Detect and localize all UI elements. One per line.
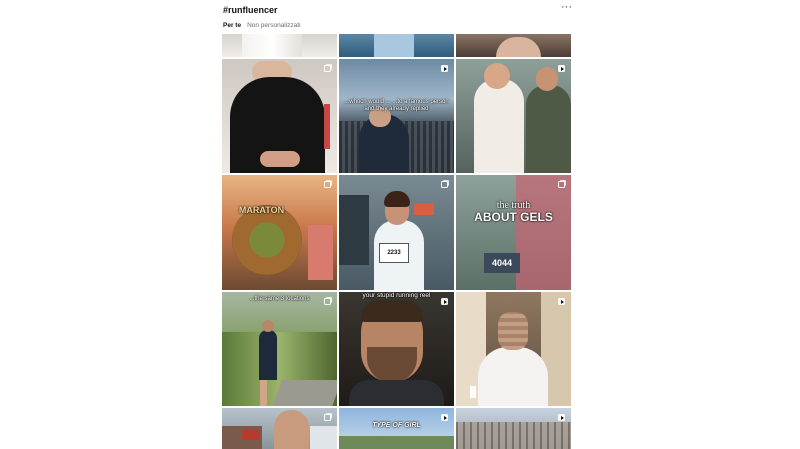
video-icon	[558, 65, 565, 72]
post-caption: ...whoch would ... ...to a famous person…	[344, 99, 449, 112]
post-tile[interactable]: the truth ABOUT GELS 4044	[456, 175, 571, 290]
video-icon	[558, 298, 565, 305]
video-icon	[558, 414, 565, 421]
race-bib: 2233	[379, 243, 409, 263]
video-icon	[441, 298, 448, 305]
race-bib: 4044	[484, 253, 520, 273]
tab-per-te[interactable]: Per te	[223, 22, 241, 29]
hashtag-title: #runfluencer	[223, 5, 278, 15]
post-tile[interactable]: 2233	[339, 175, 454, 290]
post-tile[interactable]: MARATON	[222, 175, 337, 290]
post-caption: MARATON	[238, 205, 285, 215]
post-caption: ABOUT GELS	[474, 210, 553, 224]
carousel-icon	[441, 181, 448, 188]
post-tile[interactable]	[456, 59, 571, 173]
feed-tabs: Per te Non personalizzati	[223, 22, 301, 29]
post-tile[interactable]	[222, 408, 337, 449]
carousel-icon	[324, 65, 331, 72]
post-caption: your stupid running reel	[362, 292, 431, 299]
post-tile[interactable]	[222, 59, 337, 173]
carousel-icon	[558, 181, 565, 188]
post-caption: TYPE OF GIRL	[372, 422, 421, 429]
tab-non-personalizzati[interactable]: Non personalizzati	[247, 22, 300, 29]
carousel-icon	[324, 298, 331, 305]
carousel-icon	[324, 181, 331, 188]
post-tile[interactable]	[456, 292, 571, 406]
post-tile[interactable]: your stupid running reel	[339, 292, 454, 406]
post-caption: ...the same 3 locations	[249, 296, 310, 302]
post-tile[interactable]	[456, 408, 571, 449]
post-grid: ...whoch would ... ...to a famous person…	[222, 34, 571, 449]
post-tile[interactable]: ...whoch would ... ...to a famous person…	[339, 59, 454, 173]
post-tile[interactable]: ...the same 3 locations	[222, 292, 337, 406]
post-tile[interactable]: TYPE OF GIRL	[339, 408, 454, 449]
post-tile[interactable]	[456, 34, 571, 57]
more-options-icon[interactable]: ···	[561, 1, 572, 13]
video-icon	[441, 65, 448, 72]
post-tile[interactable]	[339, 34, 454, 57]
post-tile[interactable]	[222, 34, 337, 57]
video-icon	[441, 414, 448, 421]
carousel-icon	[324, 414, 331, 421]
